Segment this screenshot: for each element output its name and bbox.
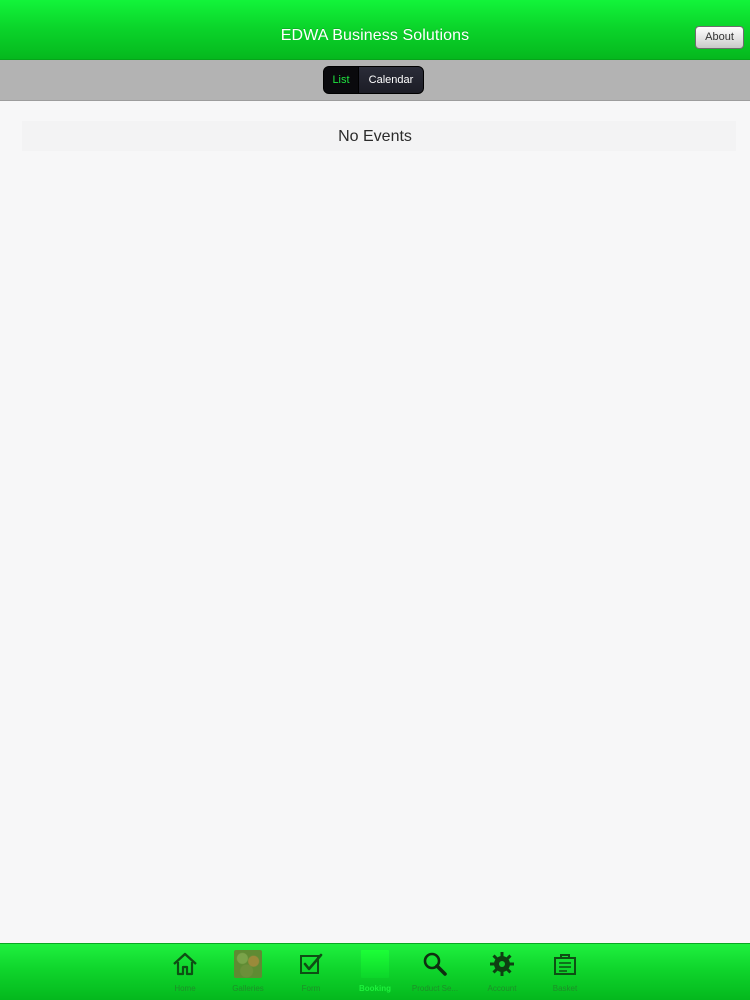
tab-form[interactable]: Form <box>281 950 341 998</box>
tab-label: Galleries <box>232 984 264 993</box>
basket-icon <box>554 954 576 975</box>
tab-galleries[interactable]: Galleries <box>218 950 278 998</box>
list-segment[interactable]: List <box>324 67 358 93</box>
tab-home[interactable]: Home <box>155 950 215 998</box>
segment-bar: List Calendar <box>0 60 750 101</box>
tab-label: Form <box>301 984 321 993</box>
tab-label: Basket <box>552 984 578 993</box>
tab-product-search[interactable]: Product Se... <box>405 950 465 998</box>
tab-label: Booking <box>359 984 391 993</box>
tab-account[interactable]: Account <box>472 950 532 998</box>
view-toggle: List Calendar <box>323 66 424 94</box>
page-title: EDWA Business Solutions <box>280 27 470 44</box>
events-list: No Events <box>0 101 750 943</box>
gallery-icon <box>234 950 262 978</box>
tab-booking[interactable]: Booking <box>345 950 405 998</box>
booking-icon <box>361 950 389 978</box>
home-icon <box>173 952 197 976</box>
tab-label: Account <box>487 984 517 993</box>
tab-label: Product Se... <box>411 984 459 993</box>
tab-basket[interactable]: Basket <box>535 950 595 998</box>
gear-icon <box>490 952 514 976</box>
empty-message: No Events <box>338 128 412 145</box>
about-button[interactable]: About <box>695 26 744 49</box>
tab-bar: Home Galleries Form Booking Product Se..… <box>0 943 750 1000</box>
checkbox-icon <box>300 953 323 974</box>
app: EDWA Business Solutions About List Calen… <box>0 0 750 1000</box>
nav-bar: EDWA Business Solutions About <box>0 0 750 60</box>
calendar-segment[interactable]: Calendar <box>358 67 423 93</box>
search-icon <box>423 952 447 976</box>
tab-label: Home <box>174 984 196 993</box>
